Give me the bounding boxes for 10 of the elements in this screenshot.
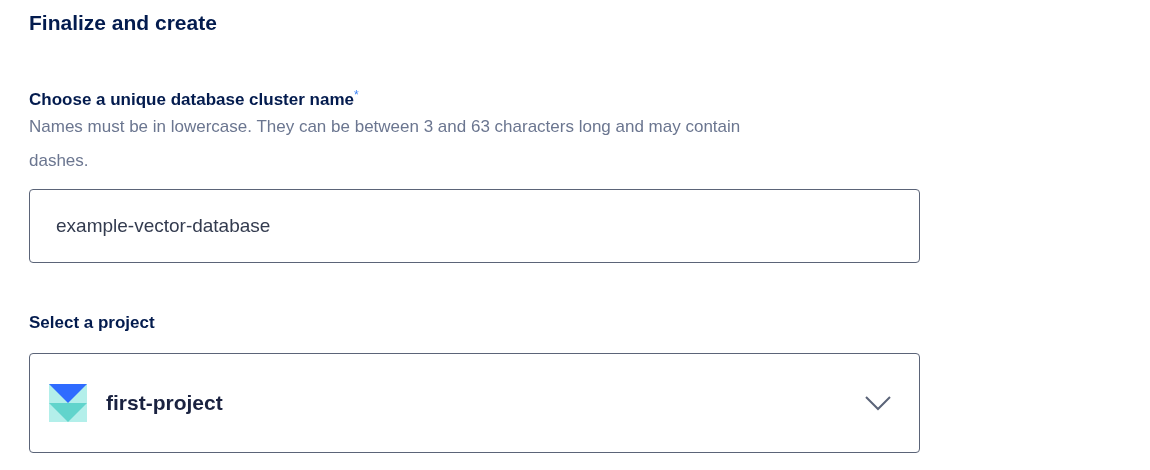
chevron-down-icon <box>865 395 891 411</box>
field-label: Choose a unique database cluster name <box>29 89 354 111</box>
project-name: first-project <box>106 390 223 417</box>
project-dropdown[interactable]: first-project <box>29 353 920 453</box>
project-logo-icon <box>49 384 87 422</box>
cluster-name-field[interactable]: example-vector-database <box>29 189 920 263</box>
section-title: Finalize and create <box>29 10 217 36</box>
help-text: Names must be in lowercase. They can be between 3 and 63 characters long and may contain dashes. <box>29 116 742 172</box>
field-label: Select a project <box>29 312 155 334</box>
required-mark: * <box>354 88 359 102</box>
